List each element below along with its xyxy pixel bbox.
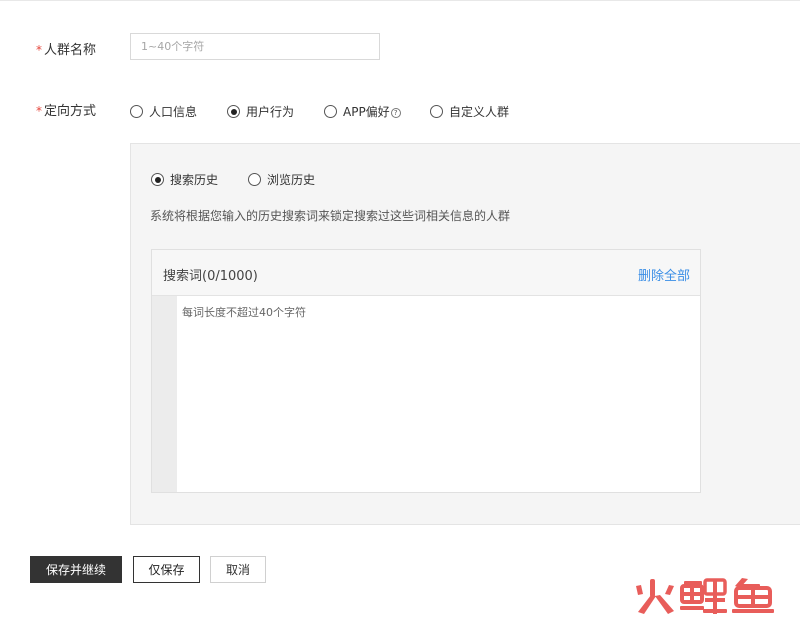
keyword-textarea[interactable] [177, 296, 700, 492]
radio-label: 搜索历史 [170, 173, 219, 187]
required-mark: * [36, 43, 42, 57]
radio-dot [324, 105, 337, 118]
radio-dot [248, 173, 261, 186]
keyword-box-header: 搜索词(0/1000) 删除全部 [152, 250, 700, 296]
radio-label-text: APP偏好 [343, 105, 390, 119]
targeting-method-label: * 定向方式 [36, 100, 96, 119]
crowd-name-label: * 人群名称 [36, 39, 96, 58]
radio-user-behavior[interactable]: 用户行为 [227, 103, 294, 120]
cancel-button[interactable]: 取消 [210, 556, 266, 583]
delete-all-link[interactable]: 删除全部 [638, 265, 690, 284]
radio-custom-crowd[interactable]: 自定义人群 [430, 103, 509, 120]
radio-label: 用户行为 [246, 105, 295, 119]
keyword-box: 搜索词(0/1000) 删除全部 [151, 249, 701, 493]
crowd-name-label-text: 人群名称 [44, 43, 97, 58]
crowd-name-input[interactable] [130, 33, 380, 60]
radio-dot [227, 105, 240, 118]
help-icon[interactable]: ? [390, 108, 401, 118]
radio-app-preference[interactable]: APP偏好? [324, 103, 401, 120]
required-mark: * [36, 104, 42, 118]
line-number-gutter [152, 296, 177, 492]
radio-browse-history[interactable]: 浏览历史 [248, 171, 315, 188]
radio-label: APP偏好? [343, 103, 401, 120]
radio-search-history[interactable]: 搜索历史 [151, 171, 218, 188]
radio-dot [130, 105, 143, 118]
radio-label: 人口信息 [149, 105, 198, 119]
targeting-method-label-text: 定向方式 [44, 104, 97, 119]
radio-label: 浏览历史 [267, 173, 316, 187]
radio-dot [151, 173, 164, 186]
radio-dot [430, 105, 443, 118]
radio-label: 自定义人群 [449, 105, 510, 119]
radio-demographics[interactable]: 人口信息 [130, 103, 197, 120]
save-and-continue-button[interactable]: 保存并继续 [30, 556, 122, 583]
watermark-logo [636, 578, 774, 614]
panel-description: 系统将根据您输入的历史搜索词来锁定搜索过这些词相关信息的人群 [150, 209, 511, 223]
top-divider [0, 0, 800, 1]
keyword-count-title: 搜索词(0/1000) [163, 269, 258, 284]
save-only-button[interactable]: 仅保存 [133, 556, 200, 583]
